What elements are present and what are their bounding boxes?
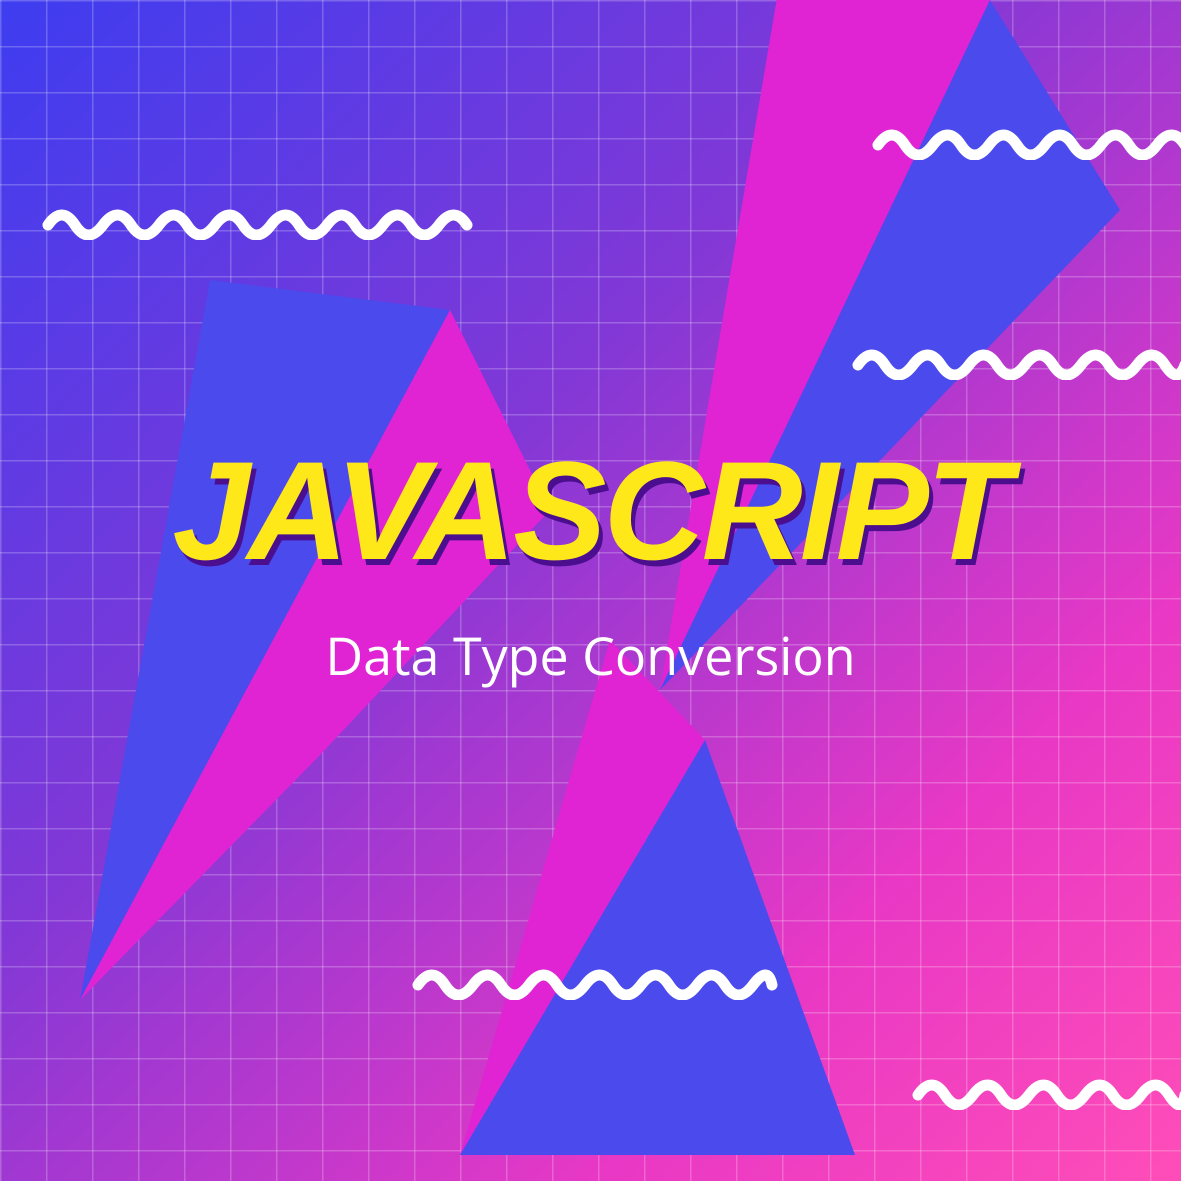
squiggle-top-right	[870, 120, 1181, 160]
squiggle-mid-right	[850, 340, 1181, 380]
squiggle-bottom-center	[410, 960, 780, 1000]
squiggle-top-left	[40, 200, 480, 240]
squiggle-bottom-right	[910, 1070, 1181, 1110]
main-title: JAVASCRIPT	[172, 430, 1008, 592]
subtitle: Data Type Conversion	[325, 620, 855, 691]
